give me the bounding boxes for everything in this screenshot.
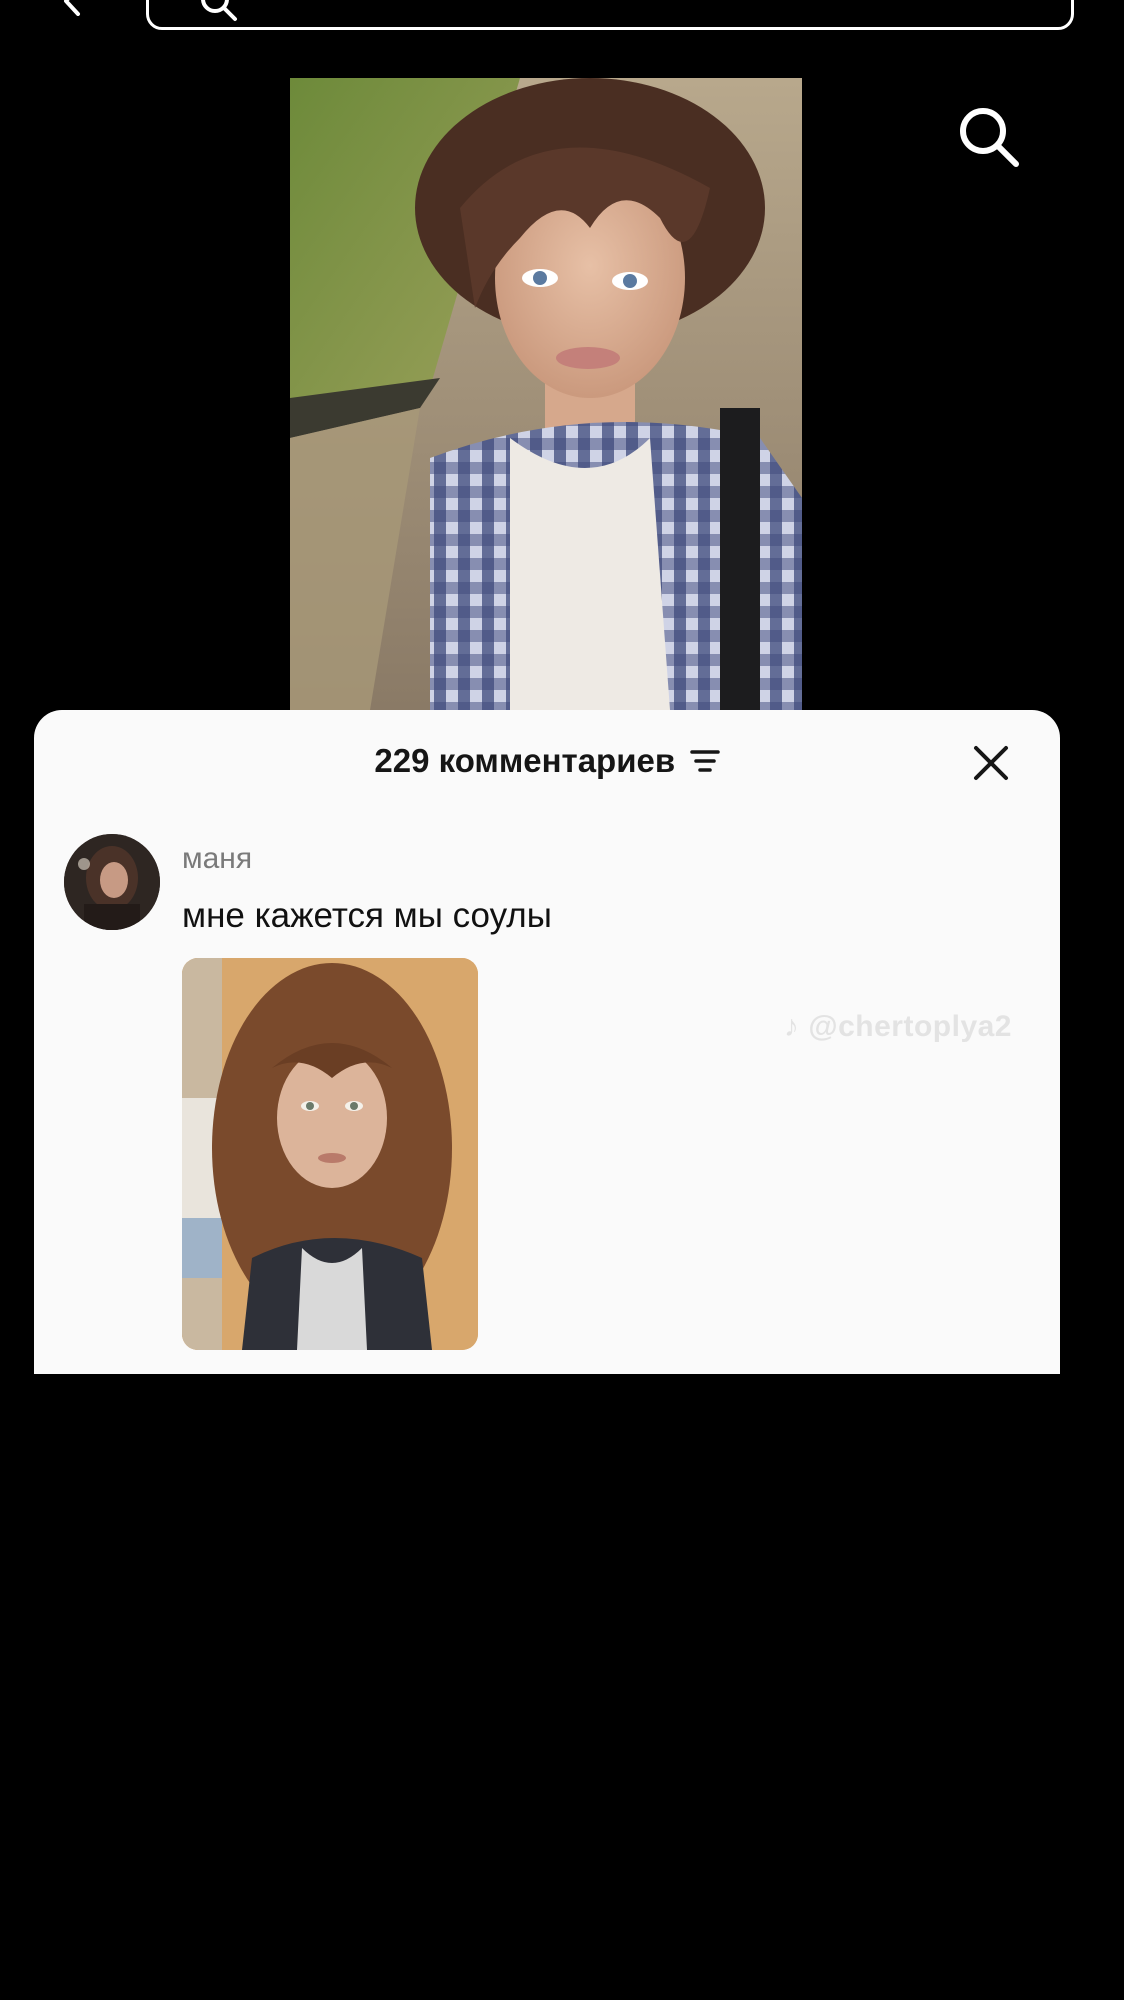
top-bar	[0, 0, 1124, 40]
comment-username[interactable]: маня	[182, 842, 252, 876]
watermark: ♪ @chertoplya2	[784, 1010, 1012, 1043]
sort-filter-icon[interactable]	[689, 748, 720, 774]
video-player[interactable]	[290, 78, 802, 710]
comments-sheet: 229 комментариев маня мне кажется мы соу…	[34, 710, 1060, 1374]
video-frame-image	[290, 78, 802, 710]
comments-header: 229 комментариев	[34, 742, 1060, 792]
avatar[interactable]	[64, 834, 160, 930]
search-button[interactable]	[956, 104, 1022, 170]
close-icon[interactable]	[972, 744, 1010, 782]
comment-photo[interactable]	[182, 958, 478, 1350]
comments-count-title: 229 комментариев	[374, 742, 676, 779]
comment-text: мне кажется мы соулы	[182, 896, 552, 935]
chevron-left-icon[interactable]	[58, 0, 88, 16]
screen: 229 комментариев маня мне кажется мы соу…	[0, 0, 1124, 2000]
search-icon	[201, 0, 237, 21]
search-field[interactable]	[146, 0, 1074, 30]
